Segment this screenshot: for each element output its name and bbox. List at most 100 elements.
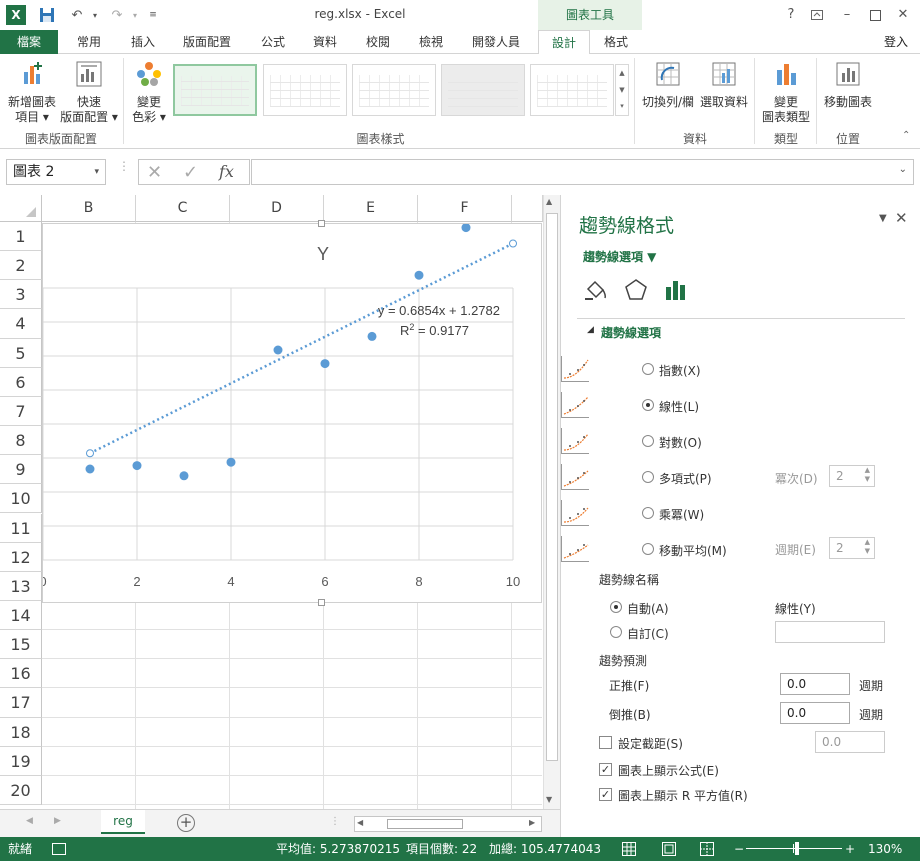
chart-resize-handle[interactable] bbox=[318, 599, 325, 606]
trendline-r-squared[interactable]: R2 = 0.9177 bbox=[400, 322, 469, 338]
add-sheet-icon[interactable]: + bbox=[177, 814, 195, 832]
trendline-handle[interactable] bbox=[86, 449, 94, 458]
name-box[interactable]: 圖表 2 ▾ bbox=[6, 159, 106, 185]
row-header[interactable]: 20 bbox=[0, 775, 42, 805]
change-chart-type-button[interactable]: 變更 圖表類型 bbox=[758, 60, 814, 125]
period-input[interactable]: 2 ▲ ▼ bbox=[829, 537, 875, 559]
row-header[interactable]: 10 bbox=[0, 484, 42, 514]
exponential-option-label[interactable]: 指數(X) bbox=[659, 362, 701, 379]
chart-style-5[interactable] bbox=[530, 64, 614, 116]
row-header[interactable]: 14 bbox=[0, 600, 42, 631]
zoom-in-button[interactable]: + bbox=[845, 837, 855, 861]
show-r-squared-label[interactable]: 圖表上顯示 R 平方值(R) bbox=[618, 787, 748, 804]
checkbox-set-intercept[interactable] bbox=[599, 736, 612, 749]
vertical-scroll-thumb[interactable] bbox=[546, 213, 558, 761]
row-header[interactable]: 18 bbox=[0, 717, 42, 747]
row-header[interactable]: 12 bbox=[0, 542, 42, 572]
page-break-view-icon[interactable] bbox=[700, 842, 714, 856]
horizontal-scroll-thumb[interactable] bbox=[387, 819, 463, 829]
period-spin-icon[interactable]: ▲ ▼ bbox=[865, 538, 870, 556]
moving-average-option-label[interactable]: 移動平均(M) bbox=[659, 542, 727, 559]
column-header[interactable]: B bbox=[42, 195, 136, 222]
sheet-prev-icon[interactable]: ◀ bbox=[26, 816, 33, 826]
tab-data[interactable]: 資料 bbox=[302, 30, 348, 54]
row-header[interactable]: 2 bbox=[0, 251, 42, 281]
row-header[interactable]: 6 bbox=[0, 367, 42, 397]
row-header[interactable]: 17 bbox=[0, 688, 42, 718]
select-data-button[interactable]: 選取資料 bbox=[698, 60, 750, 110]
chart-style-1[interactable] bbox=[173, 64, 257, 116]
checkbox-show-r-squared[interactable]: ✓ bbox=[599, 788, 612, 801]
radio-name-auto[interactable] bbox=[610, 601, 622, 613]
chart-title[interactable]: Y bbox=[317, 244, 329, 264]
effects-icon[interactable] bbox=[623, 277, 649, 303]
pane-options-icon[interactable]: ▼ bbox=[879, 213, 887, 224]
normal-view-icon[interactable] bbox=[622, 842, 636, 856]
polynomial-option-label[interactable]: 多項式(P) bbox=[659, 470, 712, 487]
trendline[interactable] bbox=[89, 242, 514, 455]
chart-style-2[interactable] bbox=[263, 64, 347, 116]
order-spin-icon[interactable]: ▲ ▼ bbox=[865, 466, 870, 484]
chart-resize-handle[interactable] bbox=[318, 220, 325, 227]
fill-line-icon[interactable] bbox=[583, 277, 609, 303]
radio-moving-average[interactable] bbox=[642, 543, 654, 555]
scroll-down-icon[interactable]: ▼ bbox=[546, 795, 552, 804]
radio-exponential[interactable] bbox=[642, 363, 654, 375]
gallery-scroll[interactable]: ▲ ▼ ▾ bbox=[615, 64, 629, 116]
row-header[interactable]: 15 bbox=[0, 630, 42, 660]
ribbon-display-icon[interactable] bbox=[806, 4, 828, 26]
section-collapse-icon[interactable]: ◢ bbox=[587, 325, 594, 335]
gallery-up-icon[interactable]: ▲ bbox=[616, 65, 628, 82]
row-header[interactable]: 4 bbox=[0, 309, 42, 339]
zoom-out-button[interactable]: − bbox=[734, 837, 744, 861]
tab-insert[interactable]: 插入 bbox=[120, 30, 166, 54]
set-intercept-label[interactable]: 設定截距(S) bbox=[618, 735, 683, 752]
row-header[interactable]: 16 bbox=[0, 659, 42, 689]
row-header[interactable]: 8 bbox=[0, 426, 42, 456]
close-icon[interactable]: ✕ bbox=[892, 4, 914, 26]
tab-page-layout[interactable]: 版面配置 bbox=[174, 30, 240, 54]
name-custom-label[interactable]: 自訂(C) bbox=[627, 625, 669, 642]
tab-home[interactable]: 常用 bbox=[66, 30, 112, 54]
switch-row-column-button[interactable]: 切換列/欄 bbox=[638, 60, 698, 110]
data-point[interactable] bbox=[132, 461, 142, 471]
row-header[interactable]: 11 bbox=[0, 513, 42, 543]
trendline-options-dropdown[interactable]: 趨勢線選項 ▼ bbox=[583, 248, 656, 265]
quick-layout-button[interactable]: 快速 版面配置 ▾ bbox=[60, 60, 118, 125]
enter-icon[interactable]: ✓ bbox=[183, 162, 198, 183]
gallery-more-icon[interactable]: ▾ bbox=[616, 99, 628, 113]
tab-format[interactable]: 格式 bbox=[592, 30, 640, 54]
custom-name-input[interactable] bbox=[775, 621, 885, 643]
radio-logarithmic[interactable] bbox=[642, 435, 654, 447]
row-header[interactable]: 7 bbox=[0, 396, 42, 427]
tab-review[interactable]: 校閱 bbox=[355, 30, 401, 54]
polynomial-order-input[interactable]: 2 ▲ ▼ bbox=[829, 465, 875, 487]
trendline-handle[interactable] bbox=[509, 239, 517, 248]
select-all-corner[interactable] bbox=[0, 195, 42, 222]
logarithmic-option-label[interactable]: 對數(O) bbox=[659, 434, 702, 451]
formula-input[interactable]: ⌄ bbox=[251, 159, 914, 185]
zoom-level[interactable]: 130% bbox=[868, 837, 902, 861]
radio-name-custom[interactable] bbox=[610, 626, 622, 638]
pane-close-icon[interactable]: ✕ bbox=[895, 209, 908, 227]
data-point[interactable] bbox=[461, 223, 471, 233]
row-header[interactable]: 3 bbox=[0, 280, 42, 310]
tab-design[interactable]: 設計 bbox=[538, 30, 590, 55]
trendline-options-icon[interactable] bbox=[663, 277, 689, 303]
zoom-slider[interactable] bbox=[746, 842, 842, 855]
scroll-right-icon[interactable]: ▶ bbox=[529, 818, 535, 827]
column-header[interactable]: F bbox=[418, 195, 512, 222]
help-button[interactable]: ? bbox=[780, 4, 802, 26]
row-header[interactable]: 1 bbox=[0, 222, 42, 252]
data-point[interactable] bbox=[320, 359, 330, 369]
data-point[interactable] bbox=[367, 331, 377, 341]
radio-power[interactable] bbox=[642, 507, 654, 519]
change-colors-button[interactable]: 變更 色彩 ▾ bbox=[128, 60, 170, 125]
forecast-backward-input[interactable]: 0.0 bbox=[780, 702, 850, 724]
data-point[interactable] bbox=[414, 270, 424, 280]
column-header[interactable]: C bbox=[136, 195, 230, 222]
data-point[interactable] bbox=[85, 464, 95, 474]
collapse-ribbon-icon[interactable]: ⌃ bbox=[902, 130, 910, 141]
sign-in-link[interactable]: 登入 bbox=[884, 30, 908, 54]
intercept-input[interactable]: 0.0 bbox=[815, 731, 885, 753]
